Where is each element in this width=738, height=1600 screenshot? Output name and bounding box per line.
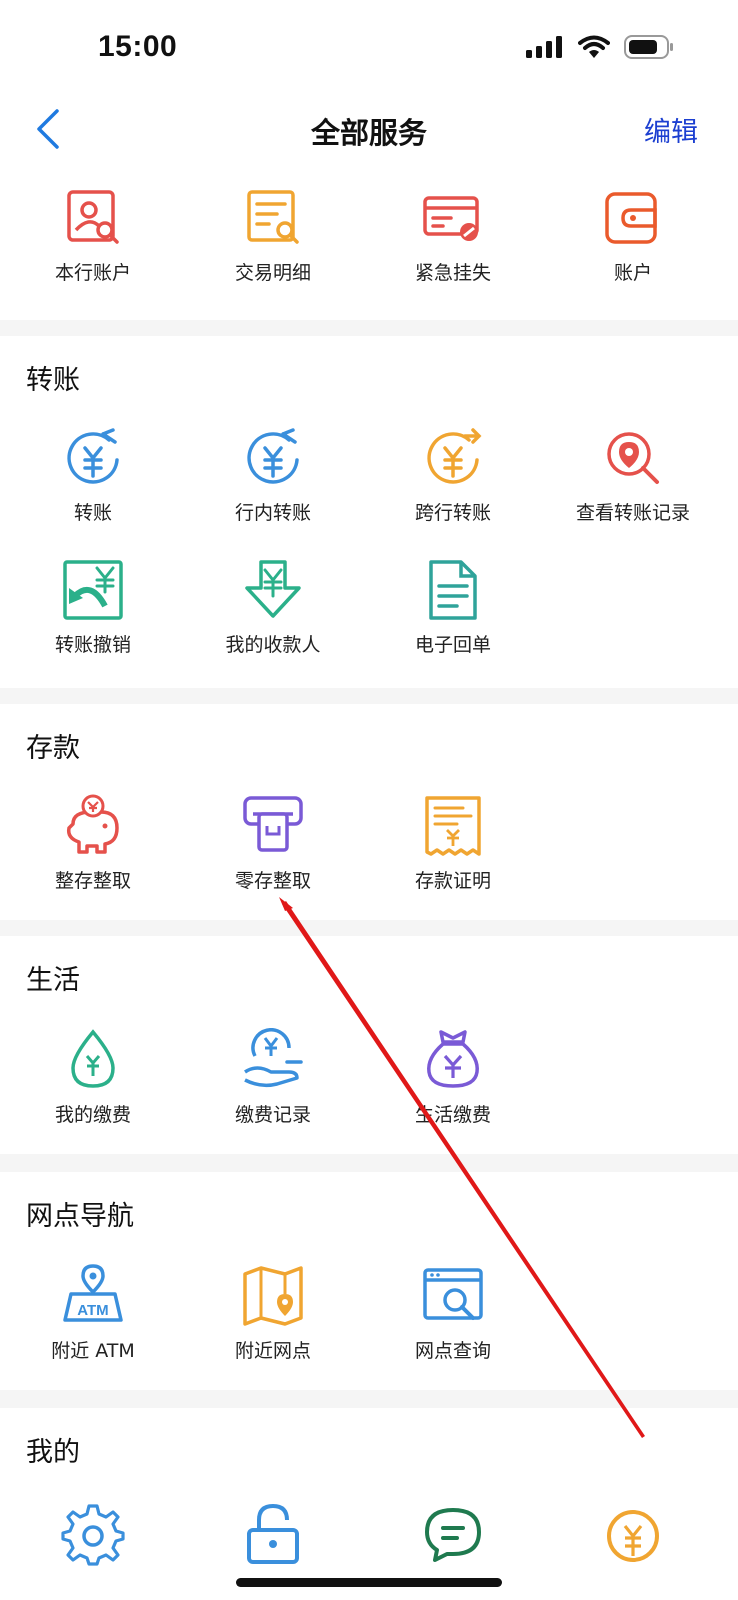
service-label: 交易明细 — [234, 262, 311, 284]
service-label: 账户 — [613, 262, 652, 284]
transaction-detail-icon — [241, 186, 305, 250]
service-settings[interactable] — [3, 1502, 183, 1600]
service-label: 转账撤销 — [54, 634, 131, 656]
coin-icon — [601, 1502, 665, 1566]
service-label: 查看转账记录 — [575, 502, 690, 524]
account-search-icon — [61, 186, 125, 250]
service-label: 紧急挂失 — [414, 262, 491, 284]
service-label: 转账 — [73, 502, 112, 524]
section-title: 网点导航 — [26, 1201, 134, 1232]
interbank-transfer-icon — [421, 426, 485, 490]
service-nearby-atm[interactable]: ATM 附近 ATM — [3, 1264, 183, 1372]
service-coin[interactable] — [543, 1502, 723, 1600]
outlet-search-icon — [421, 1264, 485, 1328]
wallet-icon — [601, 186, 665, 250]
service-label: 电子回单 — [414, 634, 491, 656]
gear-icon — [61, 1502, 125, 1566]
service-label: 我的缴费 — [54, 1104, 131, 1126]
transfer-icon — [61, 426, 125, 490]
deposit-certificate-icon — [421, 794, 485, 858]
section-transfer: 转账 转账 行内转账 跨行转账 查看转账记录 转账撤销 我的收款人 电子回单 — [0, 336, 738, 688]
service-deposit-certificate[interactable]: 存款证明 — [363, 794, 543, 902]
internal-transfer-icon — [241, 426, 305, 490]
svg-text:ATM: ATM — [77, 1302, 108, 1319]
service-transfer-record[interactable]: 查看转账记录 — [543, 426, 723, 534]
e-receipt-icon — [421, 558, 485, 622]
section-deposit: 存款 整存整取 零存整取 存款证明 — [0, 704, 738, 920]
status-icons — [526, 34, 674, 64]
service-label: 行内转账 — [234, 502, 311, 524]
section-life: 生活 我的缴费 缴费记录 生活缴费 — [0, 936, 738, 1154]
service-label: 零存整取 — [234, 870, 311, 892]
service-transfer-revoke[interactable]: 转账撤销 — [3, 558, 183, 666]
service-nearby-outlet[interactable]: 附近网点 — [183, 1264, 363, 1372]
service-label: 附近 ATM — [51, 1340, 135, 1362]
service-internal-transfer[interactable]: 行内转账 — [183, 426, 363, 534]
payment-hand-icon — [241, 1028, 305, 1092]
service-payee[interactable]: 我的收款人 — [183, 558, 363, 666]
service-fixed-deposit[interactable]: 整存整取 — [3, 794, 183, 902]
back-button[interactable] — [26, 104, 70, 154]
service-label: 生活缴费 — [414, 1104, 491, 1126]
section-mine: 我的 — [0, 1408, 738, 1600]
service-label: 跨行转账 — [414, 502, 491, 524]
transfer-record-icon — [601, 426, 665, 490]
lock-icon — [241, 1502, 305, 1566]
service-label: 我的收款人 — [225, 634, 321, 656]
service-label: 网点查询 — [414, 1340, 491, 1362]
service-label: 整存整取 — [54, 870, 131, 892]
nav-bar: 全部服务 编辑 — [0, 100, 738, 162]
status-bar: 15:00 — [0, 0, 738, 100]
edit-button[interactable]: 编辑 — [644, 110, 698, 149]
service-life-payment[interactable]: 生活缴费 — [363, 1028, 543, 1136]
section-outlet-navigation: 网点导航 ATM 附近 ATM 附近网点 网点查询 — [0, 1172, 738, 1390]
home-indicator — [236, 1578, 502, 1587]
map-location-icon — [241, 1264, 305, 1328]
service-label: 缴费记录 — [234, 1104, 311, 1126]
service-label: 存款证明 — [414, 870, 491, 892]
service-interbank-transfer[interactable]: 跨行转账 — [363, 426, 543, 534]
service-account[interactable]: 本行账户 — [3, 186, 183, 294]
section-title: 生活 — [26, 965, 80, 996]
card-loss-icon — [421, 186, 485, 250]
money-bag-icon — [421, 1028, 485, 1092]
chat-icon — [421, 1502, 485, 1566]
service-transaction-detail[interactable]: 交易明细 — [183, 186, 363, 294]
service-wallet[interactable]: 账户 — [543, 186, 723, 294]
atm-slot-icon — [241, 794, 305, 858]
section-title: 存款 — [26, 733, 80, 764]
service-my-payment[interactable]: 我的缴费 — [3, 1028, 183, 1136]
service-card-loss[interactable]: 紧急挂失 — [363, 186, 543, 294]
transfer-revoke-icon — [61, 558, 125, 622]
atm-location-icon: ATM — [61, 1264, 125, 1328]
service-label: 附近网点 — [234, 1340, 311, 1362]
service-payment-record[interactable]: 缴费记录 — [183, 1028, 363, 1136]
service-transfer[interactable]: 转账 — [3, 426, 183, 534]
service-outlet-search[interactable]: 网点查询 — [363, 1264, 543, 1372]
service-e-receipt[interactable]: 电子回单 — [363, 558, 543, 666]
status-time: 15:00 — [98, 30, 178, 63]
battery-icon — [624, 35, 674, 63]
chevron-left-icon — [37, 109, 59, 149]
section-title: 我的 — [26, 1437, 80, 1468]
page-title: 全部服务 — [310, 116, 427, 150]
section-title: 转账 — [26, 365, 80, 396]
service-installment-deposit[interactable]: 零存整取 — [183, 794, 363, 902]
top-services: 本行账户 交易明细 紧急挂失 账户 — [0, 162, 738, 320]
water-drop-icon — [61, 1028, 125, 1092]
piggy-bank-icon — [61, 794, 125, 858]
payee-icon — [241, 558, 305, 622]
wifi-icon — [578, 35, 610, 63]
signal-icon — [526, 36, 564, 62]
service-label: 本行账户 — [54, 262, 131, 284]
